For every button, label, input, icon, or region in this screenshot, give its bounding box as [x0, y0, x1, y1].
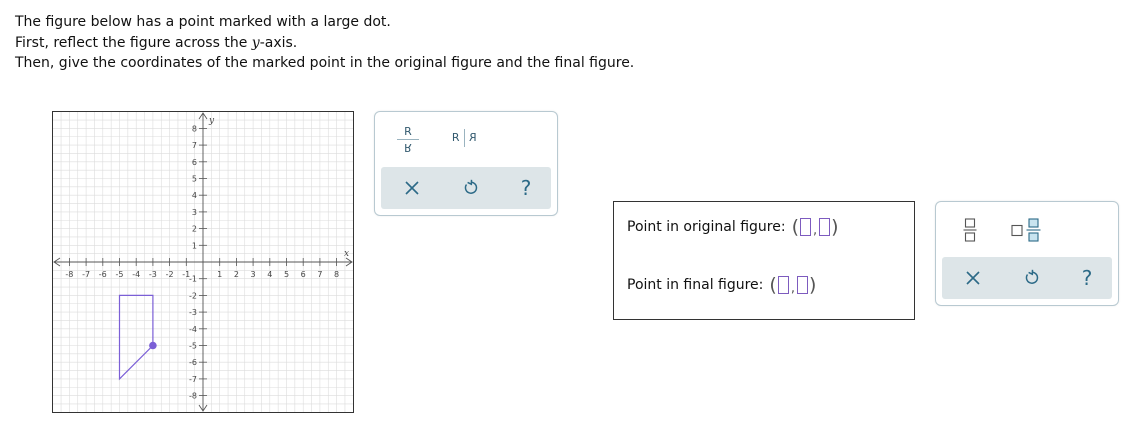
- x-tick-label: -4: [132, 270, 140, 279]
- fraction-tool-panel: ?: [935, 201, 1119, 306]
- instruction-line-1: The figure below has a point marked with…: [15, 14, 391, 30]
- y-tick-label: 8: [192, 124, 197, 133]
- reflect-help-button[interactable]: ?: [509, 171, 543, 205]
- instruction-line-2-end: -axis.: [259, 34, 298, 51]
- reflect-tool-row: R R R R: [375, 112, 557, 166]
- y-tick-label: -6: [189, 358, 197, 367]
- mixed-number-icon: [1011, 218, 1041, 242]
- x-axis-label: x: [344, 249, 349, 259]
- original-point-label: Point in original figure:: [627, 219, 786, 235]
- help-icon: ?: [520, 176, 532, 200]
- x-tick-label: 8: [334, 270, 339, 279]
- x-tick-label: 3: [251, 270, 256, 279]
- fraction-tool-actions: ?: [942, 257, 1112, 299]
- y-tick-label: 7: [192, 141, 197, 150]
- fraction-clear-button[interactable]: [956, 261, 990, 295]
- final-y-input[interactable]: [796, 276, 808, 294]
- fraction-help-button[interactable]: ?: [1070, 261, 1104, 295]
- x-tick-label: -6: [99, 270, 107, 279]
- reflect-undo-button[interactable]: [453, 171, 487, 205]
- answer-box: Point in original figure: ( , ) Point in…: [613, 201, 915, 320]
- original-comma: ,: [812, 222, 818, 238]
- original-point-coordinate-input: ( , ): [791, 216, 839, 238]
- x-tick-label: 7: [317, 270, 322, 279]
- instruction-line-2: First, reflect the figure across the y-a…: [15, 33, 634, 54]
- coordinate-plane[interactable]: -8 -7 -6 -5 -4 -3 -2 -1 1 2 3 4 5 6 7 887654321-1-2-3-4…: [53, 112, 353, 412]
- y-tick-label: -1: [189, 275, 197, 284]
- final-point-label: Point in final figure:: [627, 277, 764, 293]
- x-tick-label: -7: [82, 270, 90, 279]
- original-x-input[interactable]: [799, 218, 811, 236]
- coordinate-graph[interactable]: -8 -7 -6 -5 -4 -3 -2 -1 1 2 3 4 5 6 7 8 8 7 6 5 4 3 2 1 -1 -2 -3 -4…: [52, 111, 354, 413]
- reflect-vertical-bottom-glyph: R: [404, 140, 412, 154]
- x-tick-label: -2: [166, 270, 174, 279]
- mixed-number-button[interactable]: [1008, 214, 1046, 246]
- x-tick-label: -8: [65, 270, 73, 279]
- y-tick-label: 5: [192, 175, 197, 184]
- reflect-horizontal-button[interactable]: R R: [447, 126, 481, 150]
- y-tick-label: -5: [189, 342, 197, 351]
- y-tick-label: -8: [189, 392, 197, 401]
- reflect-vertical-button[interactable]: R R: [395, 122, 421, 156]
- instructions: The figure below has a point marked with…: [15, 12, 634, 74]
- y-tick-label: 3: [192, 208, 197, 217]
- reflect-vertical-top-glyph: R: [404, 124, 412, 138]
- original-y-input[interactable]: [819, 218, 831, 236]
- original-close-paren: ): [831, 216, 839, 238]
- y-tick-label: -3: [189, 308, 197, 317]
- fraction-button[interactable]: [956, 214, 984, 246]
- fraction-tool-row: [936, 202, 1118, 256]
- final-point-coordinate-input: ( , ): [769, 274, 817, 296]
- undo-icon: [1025, 269, 1039, 284]
- fraction-icon: [963, 218, 977, 242]
- reflect-clear-button[interactable]: [395, 171, 429, 205]
- reflect-horizontal-left-glyph: R: [451, 131, 460, 144]
- instruction-line-3: Then, give the coordinates of the marked…: [15, 55, 635, 71]
- help-icon: ?: [1081, 266, 1093, 290]
- original-open-paren: (: [791, 216, 799, 238]
- final-open-paren: (: [769, 274, 777, 296]
- final-close-paren: ): [808, 274, 817, 296]
- instruction-line-2-start: First, reflect the figure across the: [15, 34, 252, 51]
- reflect-tool-panel: R R R R ?: [374, 111, 558, 216]
- y-tick-label: -2: [189, 291, 197, 300]
- x-tick-label: 6: [301, 270, 306, 279]
- y-variable: y: [251, 34, 260, 51]
- y-tick-label: 4: [192, 191, 197, 200]
- y-axis-label: y: [208, 116, 215, 126]
- reflect-vertical-icon: R R: [397, 124, 419, 154]
- x-tick-label: 4: [267, 270, 272, 279]
- undo-icon: [464, 179, 478, 194]
- x-tick-label: -3: [149, 270, 157, 279]
- y-tick-label: -4: [189, 325, 197, 334]
- x-tick-label: -5: [116, 270, 124, 279]
- final-x-input[interactable]: [777, 276, 789, 294]
- final-point-row: Point in final figure: ( , ): [627, 274, 817, 296]
- close-icon: [966, 271, 980, 285]
- y-tick-label: 1: [192, 241, 197, 250]
- close-icon: [405, 181, 419, 195]
- x-tick-label: 5: [284, 270, 289, 279]
- marked-point: [149, 341, 157, 350]
- x-tick-label: 1: [217, 270, 222, 279]
- reflect-tool-actions: ?: [381, 167, 551, 209]
- fraction-undo-button[interactable]: [1014, 261, 1048, 295]
- x-tick-label: 2: [234, 270, 239, 279]
- final-comma: ,: [790, 280, 795, 296]
- reflect-horizontal-icon: R R: [452, 129, 476, 147]
- y-tick-label: 2: [192, 225, 197, 234]
- y-tick-label: -7: [189, 375, 197, 384]
- y-tick-label: 6: [192, 158, 197, 167]
- reflect-horizontal-right-glyph: R: [468, 131, 477, 144]
- original-point-row: Point in original figure: ( , ): [627, 216, 839, 238]
